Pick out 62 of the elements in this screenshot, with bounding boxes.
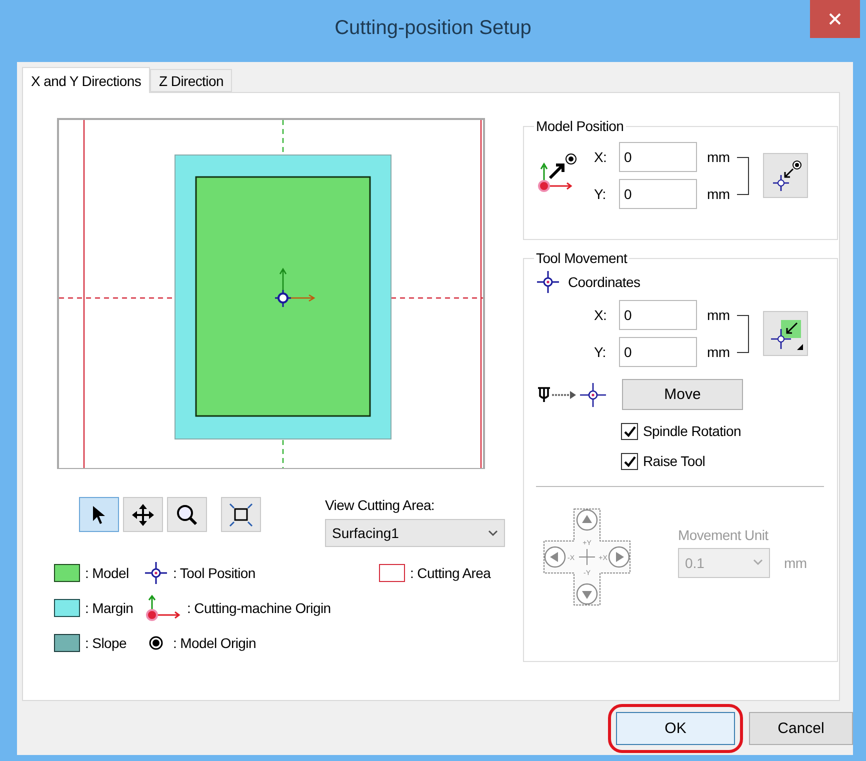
unit-label: mm: [784, 554, 807, 570]
origin-axes-icon: [144, 592, 182, 622]
field-label: Movement Unit: [678, 526, 770, 542]
coordinate-input[interactable]: 0: [619, 179, 697, 209]
coordinate-input[interactable]: 0: [619, 142, 697, 172]
area-corner-button[interactable]: [763, 311, 808, 356]
axis-label: X:: [594, 307, 608, 323]
target-dot-icon: [149, 636, 163, 650]
unit-label: mm: [707, 344, 731, 360]
chevron-down-icon: [753, 559, 763, 566]
view-tool-button[interactable]: [123, 497, 163, 532]
fit-view-icon: [228, 502, 254, 528]
legend-label: : Cutting-machine Origin: [187, 600, 331, 616]
unit-label: mm: [707, 307, 731, 323]
window-title: Cutting-position Setup: [334, 17, 532, 40]
legend-label: : Slope: [85, 634, 126, 650]
bracket-line: [737, 156, 749, 194]
cutting-area-dropdown[interactable]: Surfacing1: [325, 519, 505, 547]
legend-label: : Margin: [85, 600, 134, 616]
checkbox[interactable]: [621, 422, 638, 440]
view-tool-button[interactable]: [167, 497, 207, 532]
coordinate-input[interactable]: 0: [619, 337, 697, 367]
view-tool-button[interactable]: [221, 497, 261, 532]
move-arrows-icon: [132, 504, 154, 526]
field-label: View Cutting Area:: [325, 497, 436, 513]
axis-label: X:: [594, 149, 608, 165]
dialog-button[interactable]: OK: [616, 712, 735, 744]
legend-label: : Tool Position: [173, 564, 256, 580]
dialog-button[interactable]: Cancel: [749, 712, 853, 744]
model-swatch: [54, 564, 80, 582]
cutting-area-swatch: [379, 564, 405, 582]
close-icon: [829, 13, 841, 25]
origin-axes-icon: [274, 268, 316, 308]
checkbox-label: Spindle Rotation: [643, 423, 741, 439]
checkbox[interactable]: [621, 452, 638, 470]
group-title: Model Position: [535, 118, 625, 134]
move-button[interactable]: Move: [622, 379, 743, 410]
pointer-icon: [92, 504, 106, 524]
unit-label: mm: [707, 149, 731, 165]
margin-swatch: [54, 598, 80, 616]
bracket-line: [737, 314, 749, 352]
legend-label: : Model: [85, 564, 129, 580]
move-to-origin-button[interactable]: [763, 153, 808, 198]
group-title: Tool Movement: [535, 250, 628, 266]
legend-label: : Model Origin: [173, 634, 256, 650]
view-tool-button[interactable]: [79, 497, 119, 532]
legend-label: : Cutting Area: [410, 564, 491, 580]
tab[interactable]: X and Y Directions: [22, 67, 150, 93]
close-button[interactable]: [810, 0, 860, 38]
section-label: Coordinates: [568, 274, 640, 290]
coordinate-input[interactable]: 0: [619, 300, 697, 330]
crosshair-icon: [144, 560, 168, 584]
tool-to-crosshair-icon: [536, 382, 608, 408]
tab[interactable]: Z Direction: [150, 69, 232, 92]
axis-label: Y:: [594, 344, 607, 360]
slope-swatch: [54, 634, 80, 652]
axis-label: Y:: [594, 186, 607, 202]
chevron-down-icon: [488, 530, 498, 536]
unit-label: mm: [707, 186, 731, 202]
checkbox-label: Raise Tool: [643, 453, 706, 469]
zoom-icon: [176, 504, 198, 526]
crosshair-icon: [536, 270, 560, 294]
